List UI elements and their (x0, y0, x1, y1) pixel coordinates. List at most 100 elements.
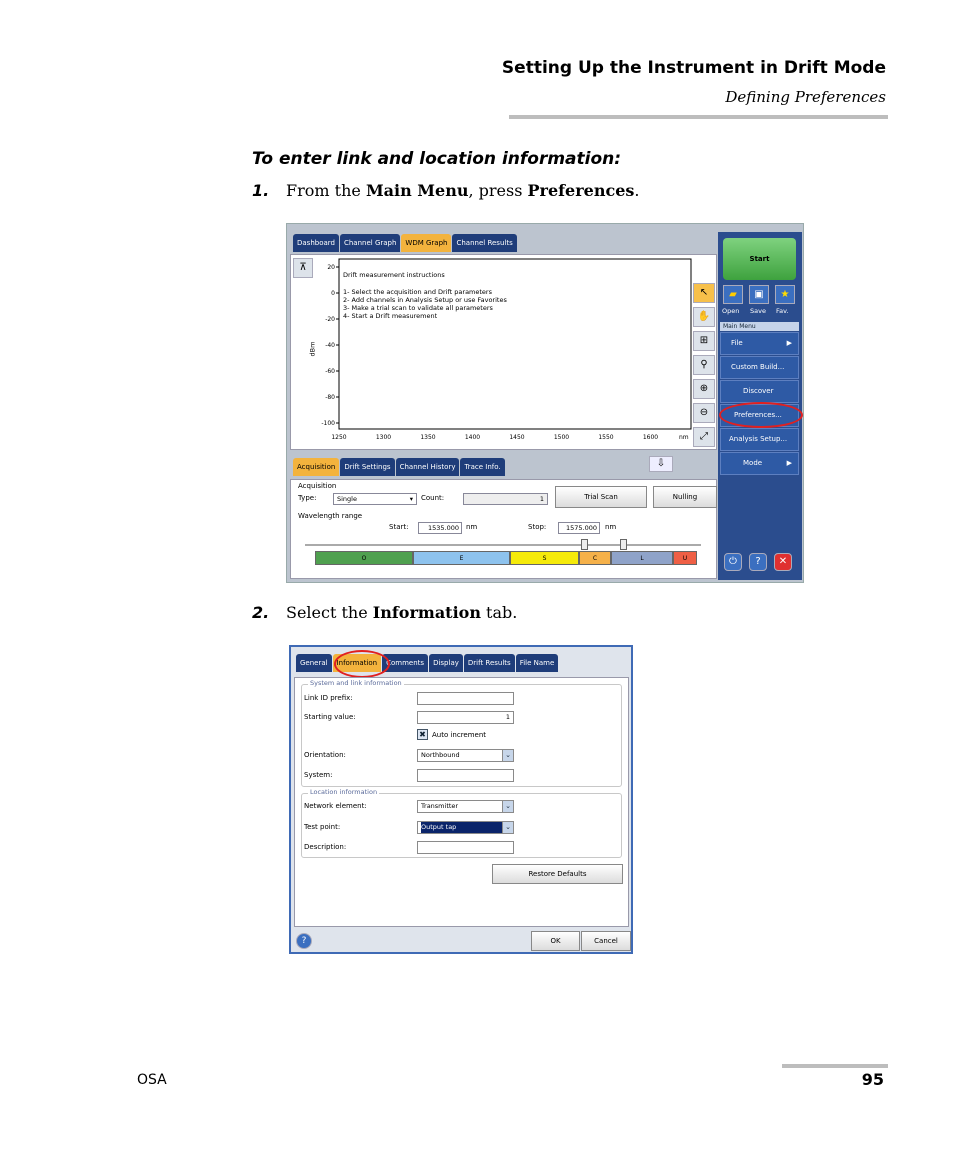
trial-scan-button[interactable]: Trial Scan (555, 486, 647, 508)
range-slider-stop-handle[interactable] (620, 539, 627, 550)
tab-file-name[interactable]: File Name (515, 654, 559, 672)
help-icon[interactable]: ? (296, 933, 312, 949)
hand-pan-icon[interactable]: ✋ (693, 307, 715, 327)
instructions-title: Drift measurement instructions (343, 271, 445, 279)
range-slider-track[interactable] (305, 544, 701, 546)
zoom-area-icon[interactable]: ⚲ (693, 355, 715, 375)
running-header-subtitle: Defining Preferences (725, 88, 886, 106)
menu-discover[interactable]: Discover (720, 380, 799, 403)
full-scale-icon[interactable]: ⤢ (693, 427, 715, 447)
acquisition-label: Acquisition (298, 482, 337, 490)
network-element-label: Network element: (304, 802, 367, 810)
x-tick-label: 1400 (465, 434, 480, 441)
band-l: L (611, 551, 673, 565)
x-tick-label: 1500 (554, 434, 569, 441)
top-tab-bar: Dashboard Channel Graph WDM Graph Channe… (293, 234, 517, 252)
favorites-star-icon[interactable]: ★ (775, 285, 795, 304)
highlight-circle-information (334, 650, 390, 678)
zoom-fit-icon[interactable]: ⊞ (693, 331, 715, 351)
y-tick-label: -100 (321, 420, 335, 427)
open-folder-icon[interactable]: ▰ (723, 285, 743, 304)
step-2-text: Select the Information tab. (286, 603, 518, 622)
system-field[interactable] (417, 769, 514, 782)
count-label: Count: (421, 494, 445, 502)
tab-acquisition[interactable]: Acquisition (293, 458, 340, 476)
description-label: Description: (304, 843, 347, 851)
band-s: S (510, 551, 579, 565)
y-tick-label: 0 (331, 290, 335, 297)
location-group: Location information Network element: Tr… (301, 788, 622, 858)
tab-display[interactable]: Display (429, 654, 463, 672)
step-number: 1. (252, 181, 270, 200)
type-select[interactable]: Single ▾ (333, 493, 417, 505)
band-o: O (315, 551, 413, 565)
footer-product: OSA (137, 1072, 167, 1088)
x-tick-label: 1450 (509, 434, 524, 441)
restore-defaults-button[interactable]: Restore Defaults (492, 864, 623, 884)
tab-channel-graph[interactable]: Channel Graph (339, 234, 401, 252)
system-label: System: (304, 771, 333, 779)
x-tick-label: 1550 (598, 434, 613, 441)
power-icon[interactable]: ⏻ (724, 553, 742, 571)
y-tick-label: -20 (325, 316, 335, 323)
band-c: C (579, 551, 611, 565)
zoom-in-icon[interactable]: ⊕ (693, 379, 715, 399)
starting-value-field[interactable]: 1 (417, 711, 514, 724)
stop-unit: nm (605, 523, 617, 531)
tab-wdm-graph[interactable]: WDM Graph (401, 234, 452, 252)
procedure-title: To enter link and location information: (252, 149, 622, 169)
menu-mode[interactable]: Mode ▶ (720, 452, 799, 475)
tab-trace-info[interactable]: Trace Info. (460, 458, 505, 476)
instruction-line: 3- Make a trial scan to validate all par… (343, 304, 493, 312)
x-tick-label: 1350 (420, 434, 435, 441)
menu-file[interactable]: File ▶ (720, 332, 799, 355)
start-unit: nm (466, 523, 478, 531)
tab-channel-results[interactable]: Channel Results (452, 234, 517, 252)
x-tick-label: 1600 (643, 434, 658, 441)
stop-field[interactable]: 1575.000 (558, 522, 600, 534)
tab-drift-results[interactable]: Drift Results (463, 654, 515, 672)
pointer-icon[interactable]: ↖ (693, 283, 715, 303)
system-link-group: System and link information Link ID pref… (301, 679, 622, 787)
network-element-select[interactable]: Transmitter ⌄ (417, 800, 514, 813)
tab-drift-settings[interactable]: Drift Settings (340, 458, 395, 476)
orientation-select[interactable]: Northbound ⌄ (417, 749, 514, 762)
start-button[interactable]: Start (723, 238, 796, 280)
starting-value-label: Starting value: (304, 713, 356, 721)
tab-general[interactable]: General (296, 654, 332, 672)
save-disk-icon[interactable]: ▣ (749, 285, 769, 304)
x-tick-label: 1250 (331, 434, 346, 441)
close-icon[interactable]: ✕ (774, 553, 792, 571)
link-id-field[interactable] (417, 692, 514, 705)
collapse-arrow-icon[interactable]: ⇩ (649, 456, 673, 472)
open-label: Open (722, 307, 740, 315)
zoom-out-icon[interactable]: ⊖ (693, 403, 715, 423)
auto-increment-checkbox[interactable]: ✖ (417, 729, 428, 740)
link-id-label: Link ID prefix: (304, 694, 353, 702)
instruction-line: 2- Add channels in Analysis Setup or use… (343, 296, 507, 304)
instruction-line: 4- Start a Drift measurement (343, 312, 438, 320)
count-field[interactable]: 1 (463, 493, 548, 505)
nulling-button[interactable]: Nulling (653, 486, 717, 508)
fav-label: Fav. (776, 307, 789, 315)
type-label: Type: (298, 494, 317, 502)
range-slider-start-handle[interactable] (581, 539, 588, 550)
test-point-label: Test point: (304, 823, 341, 831)
ok-button[interactable]: OK (531, 931, 580, 951)
x-tick-label: 1300 (376, 434, 391, 441)
orientation-label: Orientation: (304, 751, 346, 759)
tab-channel-history[interactable]: Channel History (395, 458, 460, 476)
menu-custom-build[interactable]: Custom Build... (720, 356, 799, 379)
running-header-title: Setting Up the Instrument in Drift Mode (501, 58, 886, 78)
tab-dashboard[interactable]: Dashboard (293, 234, 339, 252)
cancel-button[interactable]: Cancel (581, 931, 631, 951)
start-field[interactable]: 1535.000 (418, 522, 462, 534)
test-point-select[interactable]: Output tap ⌄ (417, 821, 514, 834)
group-title: System and link information (308, 679, 404, 687)
screenshot-main-window: Dashboard Channel Graph WDM Graph Channe… (286, 223, 804, 583)
menu-analysis-setup[interactable]: Analysis Setup... (720, 428, 799, 451)
instruction-line: 1- Select the acquisition and Drift para… (343, 288, 492, 296)
description-field[interactable] (417, 841, 514, 854)
band-e: E (413, 551, 510, 565)
help-icon[interactable]: ? (749, 553, 767, 571)
